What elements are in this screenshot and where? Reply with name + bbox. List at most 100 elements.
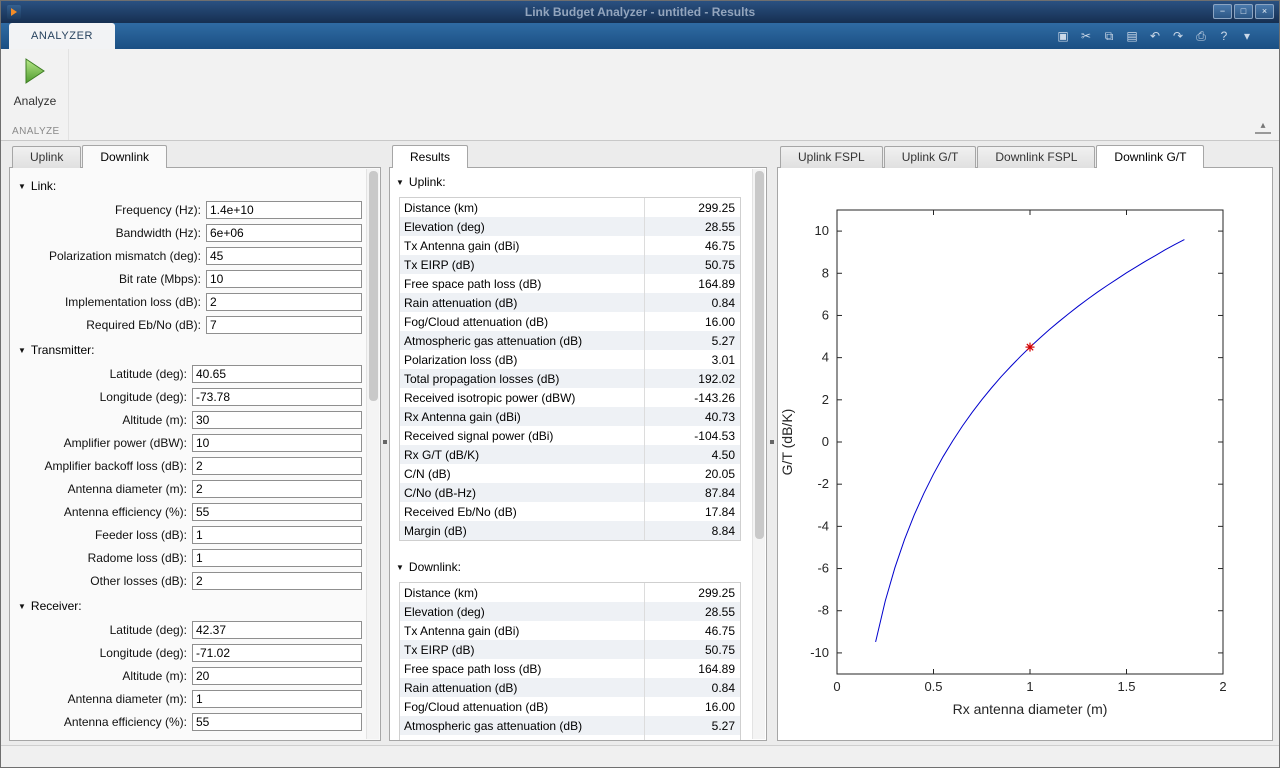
- paste-icon[interactable]: ▤: [1122, 26, 1142, 46]
- table-row[interactable]: Atmospheric gas attenuation (dB) 5.27: [400, 716, 740, 735]
- result-value: 87.84: [704, 485, 735, 500]
- input-bit-rate-mbps[interactable]: [206, 269, 362, 288]
- cut-icon[interactable]: ✂: [1076, 26, 1096, 46]
- table-row[interactable]: Free space path loss (dB) 164.89: [400, 274, 740, 293]
- undo-icon[interactable]: ↶: [1145, 26, 1165, 46]
- table-row[interactable]: Fog/Cloud attenuation (dB) 16.00: [400, 697, 740, 716]
- input-other-losses-db[interactable]: [192, 571, 362, 590]
- table-row[interactable]: C/No (dB-Hz) 87.84: [400, 483, 740, 502]
- dropdown-icon[interactable]: ▾: [1237, 26, 1257, 46]
- results-group-header[interactable]: ▼ Downlink:: [390, 555, 766, 579]
- section-header-link[interactable]: ▼ Link:: [16, 174, 362, 198]
- close-button[interactable]: ×: [1255, 4, 1274, 19]
- table-row[interactable]: Fog/Cloud attenuation (dB) 16.00: [400, 312, 740, 331]
- table-row[interactable]: Atmospheric gas attenuation (dB) 5.27: [400, 331, 740, 350]
- result-name: Received signal power (dBi): [400, 426, 645, 445]
- svg-text:Rx antenna diameter (m): Rx antenna diameter (m): [953, 701, 1108, 717]
- result-name: Rx G/T (dB/K): [400, 445, 645, 464]
- collapse-triangle-icon: ▼: [396, 562, 404, 572]
- scrollbar-thumb[interactable]: [755, 171, 764, 539]
- table-row[interactable]: Rx Antenna gain (dBi) 40.73: [400, 407, 740, 426]
- table-row[interactable]: Total propagation losses (dB) 192.02: [400, 369, 740, 388]
- input-altitude-m[interactable]: [192, 666, 362, 685]
- input-radome-loss-db[interactable]: [192, 548, 362, 567]
- tab-uplink-g-t[interactable]: Uplink G/T: [883, 146, 977, 168]
- app-logo-icon: [7, 5, 21, 19]
- input-frequency-hz[interactable]: [206, 200, 362, 219]
- field-label: Polarization mismatch (deg):: [48, 248, 201, 263]
- splitter-handle[interactable]: [383, 440, 387, 444]
- analyze-button[interactable]: Analyze: [11, 57, 59, 119]
- help-icon[interactable]: ?: [1214, 26, 1234, 46]
- input-altitude-m[interactable]: [192, 410, 362, 429]
- parameters-scrollbar[interactable]: [366, 169, 379, 739]
- table-row[interactable]: Received Eb/No (dB) 17.84: [400, 502, 740, 521]
- result-name: Total propagation losses (dB): [400, 369, 645, 388]
- table-row[interactable]: Received isotropic power (dBW) -143.26: [400, 388, 740, 407]
- tab-downlink-g-t[interactable]: Downlink G/T: [1096, 145, 1205, 168]
- redo-icon[interactable]: ↷: [1168, 26, 1188, 46]
- field-label: Bit rate (Mbps):: [118, 271, 201, 286]
- results-scrollbar[interactable]: [752, 169, 765, 739]
- table-row[interactable]: Elevation (deg) 28.55: [400, 602, 740, 621]
- table-row[interactable]: Polarization loss (dB)3.01: [400, 735, 740, 740]
- section-header-transmitter[interactable]: ▼ Transmitter:: [16, 338, 362, 362]
- table-row[interactable]: C/N (dB) 20.05: [400, 464, 740, 483]
- input-feeder-loss-db[interactable]: [192, 525, 362, 544]
- input-implementation-loss-db[interactable]: [206, 292, 362, 311]
- collapse-ribbon-icon[interactable]: [1255, 120, 1271, 134]
- input-amplifier-power-dbw[interactable]: [192, 433, 362, 452]
- table-row[interactable]: Received signal power (dBi) -104.53: [400, 426, 740, 445]
- save-icon[interactable]: ▣: [1053, 26, 1073, 46]
- maximize-button[interactable]: □: [1234, 4, 1253, 19]
- minimize-button[interactable]: −: [1213, 4, 1232, 19]
- input-antenna-diameter-m[interactable]: [192, 689, 362, 708]
- scrollbar-thumb[interactable]: [369, 171, 378, 401]
- plots-panel: Uplink FSPL Uplink G/T Downlink FSPL Downli…: [777, 145, 1273, 741]
- table-row[interactable]: Tx Antenna gain (dBi) 46.75: [400, 621, 740, 640]
- table-row[interactable]: Distance (km) 299.25: [400, 198, 740, 217]
- input-latitude-deg[interactable]: [192, 620, 362, 639]
- ribbon-section-label: ANALYZE: [12, 126, 60, 137]
- tab-uplink[interactable]: Uplink: [12, 146, 82, 168]
- input-antenna-efficiency[interactable]: [192, 712, 362, 731]
- input-latitude-deg[interactable]: [192, 364, 362, 383]
- table-row[interactable]: Polarization loss (dB)3.01: [400, 350, 740, 369]
- input-antenna-diameter-m[interactable]: [192, 479, 362, 498]
- input-bandwidth-hz[interactable]: [206, 223, 362, 242]
- table-row[interactable]: Tx EIRP (dB) 50.75: [400, 255, 740, 274]
- table-row[interactable]: Rain attenuation (dB) 0.84: [400, 678, 740, 697]
- results-group-header[interactable]: ▼ Uplink:: [390, 170, 766, 194]
- table-row[interactable]: Rain attenuation (dB) 0.84: [400, 293, 740, 312]
- input-amplifier-backoff-loss-db[interactable]: [192, 456, 362, 475]
- result-name: Tx Antenna gain (dBi): [400, 621, 645, 640]
- section-header-receiver[interactable]: ▼ Receiver:: [16, 594, 362, 618]
- splitter-handle[interactable]: [770, 440, 774, 444]
- form-row: Longitude (deg):: [16, 641, 362, 664]
- table-row[interactable]: Rx G/T (dB/K) 4.50: [400, 445, 740, 464]
- form-row: Frequency (Hz):: [16, 198, 362, 221]
- print-icon[interactable]: ⎙: [1191, 26, 1211, 46]
- svg-text:-4: -4: [817, 518, 829, 533]
- table-row[interactable]: Elevation (deg) 28.55: [400, 217, 740, 236]
- input-longitude-deg[interactable]: [192, 387, 362, 406]
- input-required-eb-no-db[interactable]: [206, 315, 362, 334]
- copy-icon[interactable]: ⧉: [1099, 26, 1119, 46]
- table-row[interactable]: Margin (dB) 8.84: [400, 521, 740, 540]
- input-antenna-efficiency[interactable]: [192, 502, 362, 521]
- tab-uplink-fspl[interactable]: Uplink FSPL: [780, 146, 883, 168]
- table-row[interactable]: Free space path loss (dB) 164.89: [400, 659, 740, 678]
- tab-downlink[interactable]: Downlink: [82, 145, 168, 168]
- input-longitude-deg[interactable]: [192, 643, 362, 662]
- tab-results[interactable]: Results: [392, 145, 469, 168]
- tab-downlink-fspl[interactable]: Downlink FSPL: [977, 146, 1096, 168]
- table-row[interactable]: Tx EIRP (dB) 50.75: [400, 640, 740, 659]
- svg-text:2: 2: [822, 392, 829, 407]
- ribbon-tab-analyzer[interactable]: ANALYZER: [9, 23, 116, 49]
- svg-text:0.5: 0.5: [924, 679, 942, 694]
- input-polarization-mismatch-deg[interactable]: [206, 246, 362, 265]
- form-row: Amplifier backoff loss (dB):: [16, 454, 362, 477]
- field-label: Antenna efficiency (%):: [63, 714, 187, 729]
- table-row[interactable]: Tx Antenna gain (dBi) 46.75: [400, 236, 740, 255]
- table-row[interactable]: Distance (km) 299.25: [400, 583, 740, 602]
